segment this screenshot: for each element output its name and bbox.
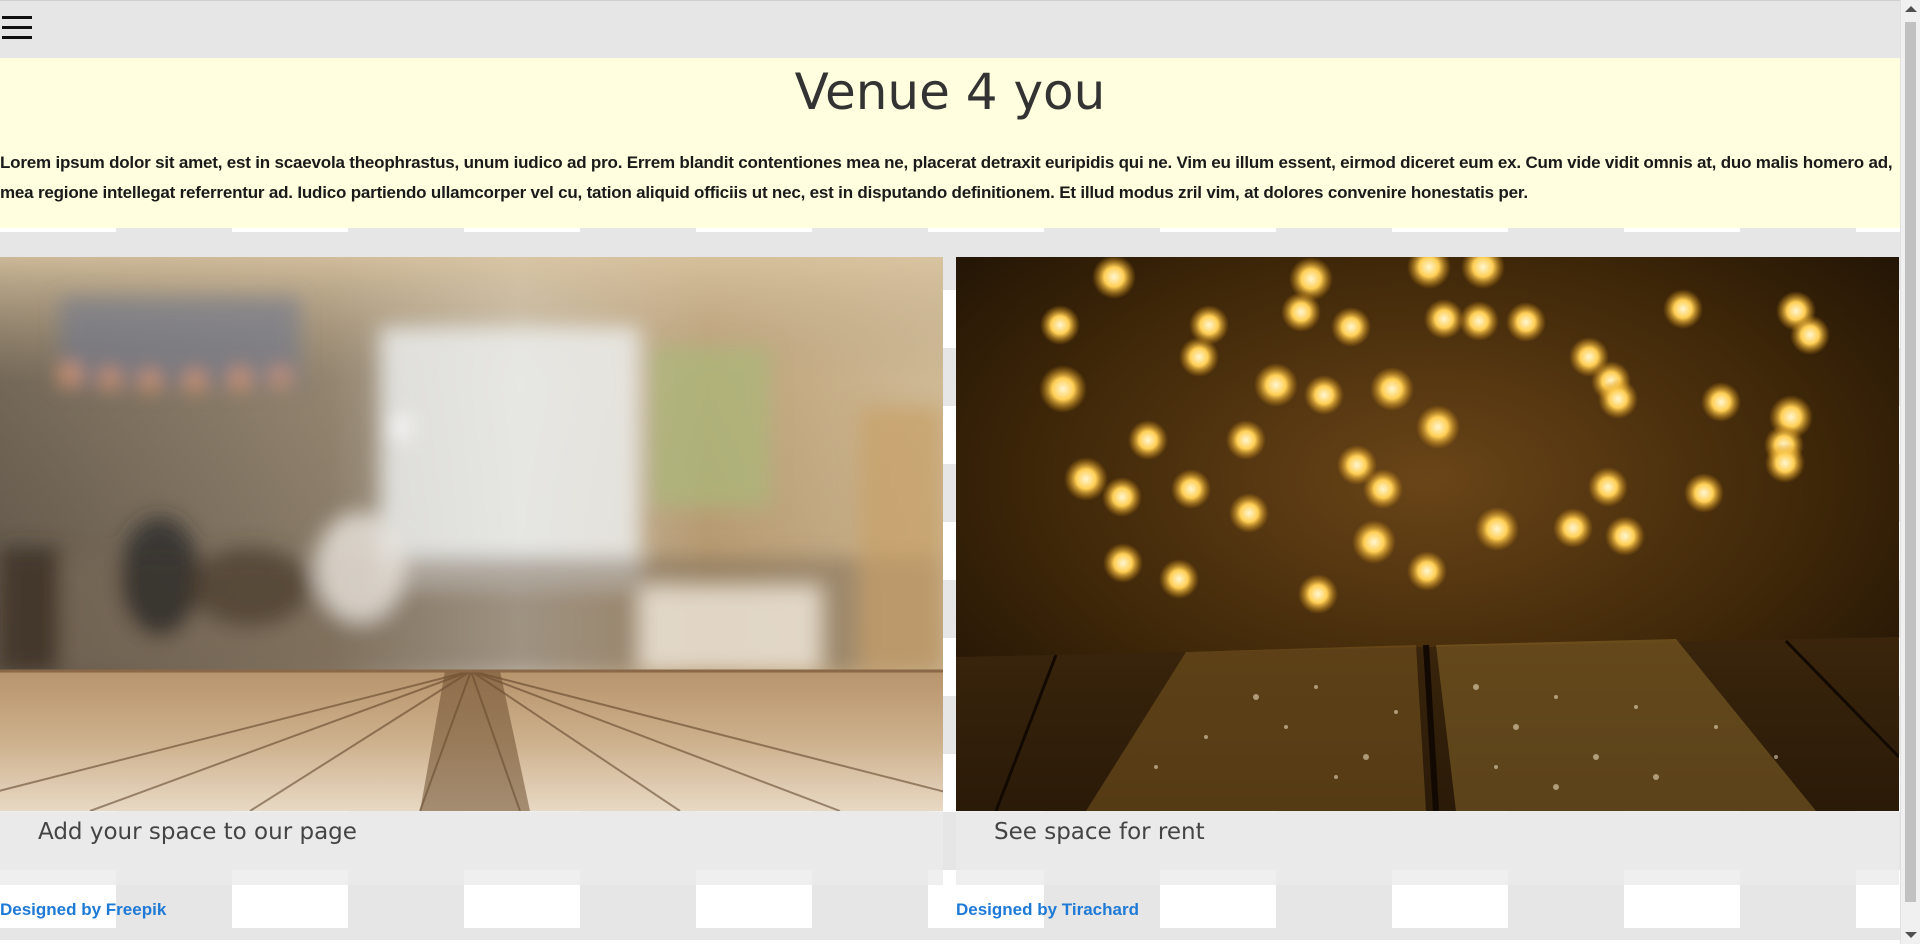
scroll-down-arrow-icon[interactable] [1905, 932, 1917, 938]
page: Venue 4 you Lorem ipsum dolor sit amet, … [0, 0, 1900, 944]
freepik-credit-link[interactable]: Designed by Freepik [0, 900, 166, 920]
page-title: Venue 4 you [794, 63, 1106, 121]
vertical-scrollbar[interactable] [1900, 0, 1920, 944]
space-for-rent-card[interactable]: See space for rent [956, 257, 1899, 885]
add-space-card[interactable]: Add your space to our page [0, 257, 943, 885]
bokeh-lights-wood-image [956, 257, 1899, 811]
bottom-edge [0, 940, 1900, 944]
scroll-up-arrow-icon[interactable] [1905, 6, 1917, 12]
cafe-wood-table-image [0, 257, 943, 811]
hamburger-menu-icon[interactable] [2, 12, 32, 44]
rent-space-caption[interactable]: See space for rent [994, 817, 1205, 847]
tirachard-credit-link[interactable]: Designed by Tirachard [956, 900, 1139, 920]
intro-paragraph: Lorem ipsum dolor sit amet, est in scaev… [0, 153, 1893, 202]
checker-background [0, 0, 1900, 58]
scroll-thumb[interactable] [1905, 22, 1916, 902]
window-top-border [0, 0, 1920, 1]
add-space-caption[interactable]: Add your space to our page [38, 817, 357, 847]
